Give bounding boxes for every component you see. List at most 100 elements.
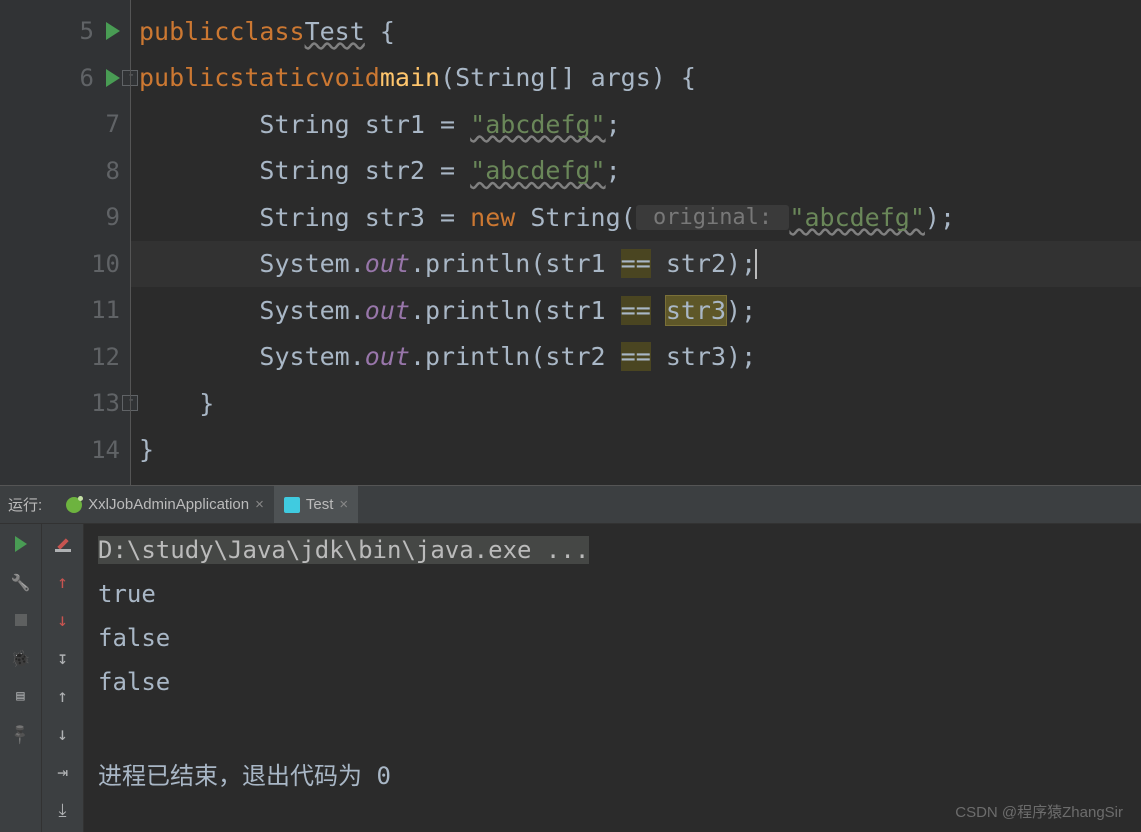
console-line xyxy=(98,712,1127,740)
gutter-row[interactable]: 11 xyxy=(0,287,130,334)
run-tool-column-side: ↑ ↓ ↧ ↑ ↓ ⇥ ⤓ xyxy=(42,524,84,832)
scroll-end-button[interactable]: ⤓ xyxy=(53,800,73,820)
text: System. xyxy=(139,249,365,278)
scroll-up-button[interactable]: ↑ xyxy=(53,686,73,706)
class-name: Test xyxy=(305,17,365,46)
edit-source-button[interactable] xyxy=(53,534,73,554)
watermark: CSDN @程序猿ZhangSir xyxy=(955,801,1123,822)
text: System. xyxy=(139,342,365,371)
gutter-row[interactable]: 14 xyxy=(0,427,130,474)
text: ; xyxy=(606,110,621,139)
gutter-row[interactable]: 9 xyxy=(0,194,130,241)
layout-button[interactable] xyxy=(11,686,31,706)
code-line[interactable]: } xyxy=(131,427,1141,474)
keyword: class xyxy=(229,17,304,46)
run-label: 运行: xyxy=(8,494,42,515)
gutter-row[interactable]: 6 xyxy=(0,55,130,102)
run-tab-test[interactable]: Test × xyxy=(274,486,358,523)
occurrence-highlight: == xyxy=(621,342,651,371)
text: (String[] args) { xyxy=(440,63,696,92)
console-output[interactable]: D:\study\Java\jdk\bin\java.exe ... true … xyxy=(84,524,1141,832)
run-line-icon[interactable] xyxy=(106,22,120,40)
code-line-active[interactable]: System.out.println(str1 == str2); xyxy=(131,241,1141,288)
edit-config-button[interactable] xyxy=(11,572,31,592)
text: str3); xyxy=(651,342,756,371)
code-line[interactable]: } xyxy=(131,380,1141,427)
field: out xyxy=(365,296,410,325)
dump-threads-button[interactable] xyxy=(11,648,31,668)
line-number: 14 xyxy=(80,436,120,464)
close-icon[interactable]: × xyxy=(255,496,264,513)
line-number: 6 xyxy=(54,64,94,92)
text: } xyxy=(139,389,214,418)
application-icon xyxy=(284,497,300,513)
run-tab-xxljob[interactable]: XxlJobAdminApplication × xyxy=(56,486,274,523)
line-number: 13 xyxy=(80,389,120,417)
text: str2); xyxy=(651,249,756,278)
text: String str3 = xyxy=(139,203,470,232)
text: { xyxy=(365,17,395,46)
code-line[interactable]: System.out.println(str2 == str3); xyxy=(131,334,1141,381)
occurrence-highlight: == xyxy=(621,296,651,325)
spring-icon xyxy=(66,497,82,513)
close-icon[interactable]: × xyxy=(339,496,348,513)
code-area[interactable]: public class Test { public static void m… xyxy=(130,0,1141,485)
string-literal: "abcdefg" xyxy=(470,110,605,139)
gutter-row[interactable]: 5 xyxy=(0,8,130,55)
text: .println(str1 xyxy=(410,296,621,325)
gutter-row[interactable]: 7 xyxy=(0,101,130,148)
line-number: 5 xyxy=(54,17,94,45)
function-name: main xyxy=(380,63,440,92)
keyword: void xyxy=(320,63,380,92)
keyword: public xyxy=(139,63,229,92)
up-stack-button[interactable]: ↑ xyxy=(53,572,73,592)
line-number: 8 xyxy=(80,157,120,185)
soft-wrap-button[interactable]: ↧ xyxy=(53,648,73,668)
text: ); xyxy=(726,296,756,325)
text: .println(str2 xyxy=(410,342,621,371)
wrap-button[interactable]: ⇥ xyxy=(53,762,73,782)
text: ); xyxy=(925,203,955,232)
gutter-row[interactable]: 12 xyxy=(0,334,130,381)
run-body: ↑ ↓ ↧ ↑ ↓ ⇥ ⤓ D:\study\Java\jdk\bin\java… xyxy=(0,524,1141,832)
code-line[interactable]: public class Test { xyxy=(131,8,1141,55)
string-literal: "abcdefg" xyxy=(470,156,605,185)
line-number: 11 xyxy=(80,296,120,324)
console-command: D:\study\Java\jdk\bin\java.exe ... xyxy=(98,536,589,564)
text: String str1 = xyxy=(139,110,470,139)
occurrence-highlight: str3 xyxy=(666,296,726,325)
gutter-row[interactable]: 13 xyxy=(0,380,130,427)
parameter-hint: original: xyxy=(636,205,790,230)
run-tabs-bar: 运行: XxlJobAdminApplication × Test × xyxy=(0,486,1141,524)
text: String( xyxy=(515,203,635,232)
console-line: false xyxy=(98,668,1127,696)
caret xyxy=(755,249,757,279)
text xyxy=(651,296,666,325)
text: String str2 = xyxy=(139,156,470,185)
gutter-row[interactable]: 10 xyxy=(0,241,130,288)
play-icon xyxy=(15,536,27,552)
keyword: public xyxy=(139,17,229,46)
run-tool-column-left xyxy=(0,524,42,832)
code-line[interactable]: String str2 = "abcdefg"; xyxy=(131,148,1141,195)
down-stack-button[interactable]: ↓ xyxy=(53,610,73,630)
tab-label: XxlJobAdminApplication xyxy=(88,496,249,513)
code-line[interactable]: String str1 = "abcdefg"; xyxy=(131,101,1141,148)
stop-button[interactable] xyxy=(11,610,31,630)
text: ; xyxy=(606,156,621,185)
stop-icon xyxy=(15,614,27,626)
console-line: false xyxy=(98,624,1127,652)
run-panel: 运行: XxlJobAdminApplication × Test × ↑ ↓ … xyxy=(0,485,1141,832)
pencil-icon xyxy=(55,536,71,552)
keyword: static xyxy=(229,63,319,92)
text: .println(str1 xyxy=(410,249,621,278)
run-line-icon[interactable] xyxy=(106,69,120,87)
code-line[interactable]: System.out.println(str1 == str3); xyxy=(131,287,1141,334)
rerun-button[interactable] xyxy=(11,534,31,554)
pin-button[interactable] xyxy=(11,724,31,744)
gutter-row[interactable]: 8 xyxy=(0,148,130,195)
code-line[interactable]: String str3 = new String( original: "abc… xyxy=(131,194,1141,241)
gutter: 5 6 7 8 9 10 11 12 13 14 xyxy=(0,0,130,485)
scroll-down-button[interactable]: ↓ xyxy=(53,724,73,744)
code-line[interactable]: public static void main(String[] args) { xyxy=(131,55,1141,102)
